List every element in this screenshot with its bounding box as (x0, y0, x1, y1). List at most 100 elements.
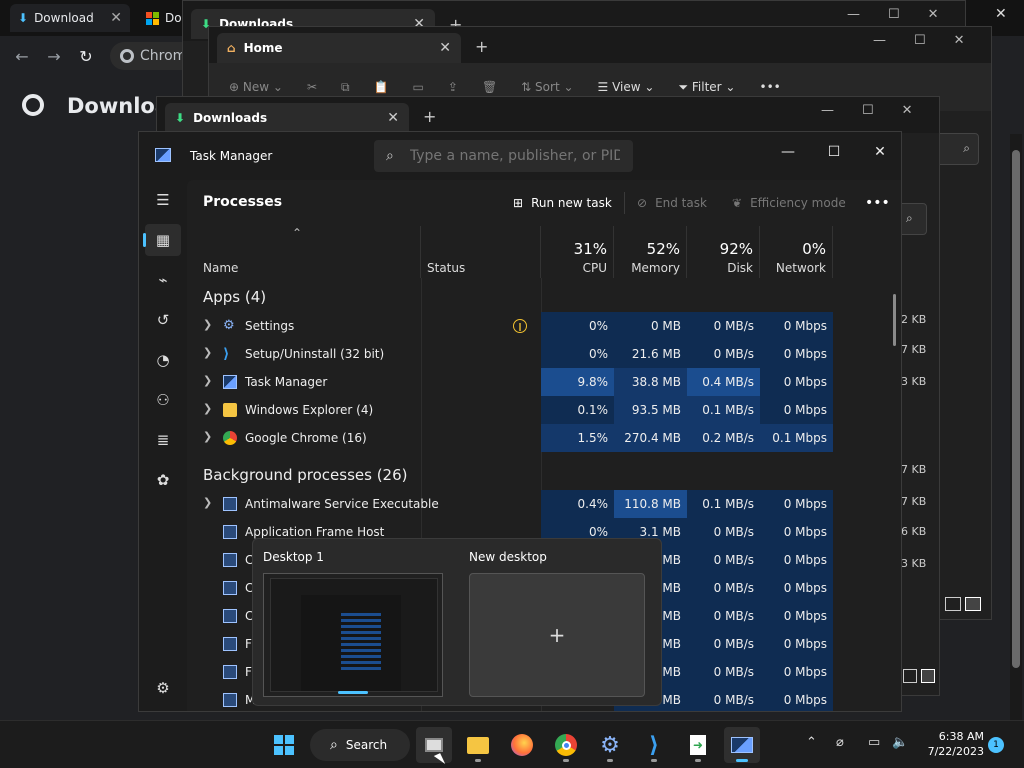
details-view-icon[interactable] (945, 597, 961, 611)
tiles-view-icon[interactable] (921, 669, 935, 683)
maximize-icon[interactable]: ☐ (914, 33, 926, 48)
maximize-icon[interactable]: ☐ (811, 138, 857, 166)
close-icon[interactable]: ✕ (110, 10, 122, 26)
minimize-icon[interactable]: — (847, 7, 860, 22)
minimize-icon[interactable]: — (821, 103, 834, 118)
desktop-1-thumbnail[interactable] (263, 573, 443, 697)
users-icon[interactable]: ⚇ (145, 384, 181, 416)
chevron-up-icon[interactable]: ⌃ (806, 735, 817, 750)
view-button[interactable]: ☰ View ⌄ (598, 80, 655, 94)
details-icon[interactable]: ≣ (145, 424, 181, 456)
more-icon[interactable]: ••• (759, 80, 780, 94)
microsoft-icon (146, 11, 159, 25)
column-network[interactable]: 0% Network (760, 226, 833, 278)
efficiency-mode-button[interactable]: ❦ Efficiency mode (732, 192, 846, 214)
search-label: Search (345, 738, 388, 752)
file-size: 7 KB (901, 495, 927, 508)
column-name[interactable]: ⌃ Name (187, 226, 421, 278)
volume-icon[interactable]: 🔈 (892, 735, 908, 750)
chevron-right-icon[interactable]: ❯ (203, 346, 212, 359)
scrollbar[interactable] (893, 294, 896, 346)
clock[interactable]: 6:38 AM 7/22/2023 (920, 729, 984, 759)
column-memory[interactable]: 52% Memory (614, 226, 687, 278)
services-icon[interactable]: ✿ (145, 464, 181, 496)
back-icon[interactable]: ← (6, 47, 38, 66)
explorer-tab-bar: ⌂ Home ✕ + — ☐ ✕ (209, 27, 991, 63)
apps-group-header[interactable]: Apps (4) (203, 288, 266, 306)
table-row[interactable]: ❯ Windows Explorer (4) 0.1% 93.5 MB 0.1 … (187, 396, 901, 424)
reload-icon[interactable]: ↻ (70, 47, 102, 66)
table-row[interactable]: ❯ Task Manager 9.8% 38.8 MB 0.4 MB/s 0 M… (187, 368, 901, 396)
maximize-icon[interactable]: ☐ (888, 7, 900, 22)
column-cpu[interactable]: 31% CPU (541, 226, 614, 278)
tiles-view-icon[interactable] (965, 597, 981, 611)
settings-icon[interactable]: ⚙ (145, 672, 181, 704)
copy-icon[interactable]: ⧉ (341, 80, 350, 95)
run-new-task-button[interactable]: ⊞ Run new task (513, 192, 612, 214)
more-icon[interactable]: ••• (865, 192, 890, 214)
no-network-icon[interactable]: ⌀ (836, 735, 844, 750)
display-icon[interactable]: ▭ (868, 735, 880, 750)
table-row[interactable]: ❯ Google Chrome (16) 1.5% 270.4 MB 0.2 M… (187, 424, 901, 452)
taskbar-firefox[interactable] (504, 727, 540, 763)
new-button[interactable]: ⊕ New ⌄ (229, 80, 283, 94)
table-row[interactable]: ❯ ⟩ Setup/Uninstall (32 bit) 0% 21.6 MB … (187, 340, 901, 368)
startup-apps-icon[interactable]: ◔ (145, 344, 181, 376)
chrome-tab-2[interactable]: Do (138, 4, 188, 32)
taskbar-chrome[interactable] (548, 727, 584, 763)
rename-icon[interactable]: ▭ (413, 80, 424, 94)
taskbar-file-explorer[interactable] (460, 727, 496, 763)
processes-icon[interactable]: ▦ (143, 224, 181, 256)
column-status[interactable]: Status (421, 226, 541, 278)
column-disk[interactable]: 92% Disk (687, 226, 760, 278)
new-desktop-button[interactable]: + (469, 573, 645, 697)
chrome-tab-downloads[interactable]: ⬇ Download ✕ (10, 4, 130, 32)
close-icon[interactable]: ✕ (928, 7, 939, 22)
sort-button[interactable]: ⇅ Sort ⌄ (521, 80, 573, 94)
new-tab-icon[interactable]: + (423, 107, 436, 126)
file-size: 3 KB (901, 557, 927, 570)
background-group-header[interactable]: Background processes (26) (203, 466, 408, 484)
taskbar-setup[interactable]: ➜ (680, 727, 716, 763)
close-icon[interactable]: ✕ (954, 33, 965, 48)
details-view-icon[interactable] (903, 669, 917, 683)
share-icon[interactable]: ⇪ (448, 80, 458, 94)
chevron-right-icon[interactable]: ❯ (203, 430, 212, 443)
close-icon[interactable]: ✕ (902, 103, 913, 118)
chevron-right-icon[interactable]: ❯ (203, 402, 212, 415)
chevron-right-icon[interactable]: ❯ (203, 374, 212, 387)
new-tab-icon[interactable]: + (475, 37, 488, 56)
taskbar-task-manager[interactable] (724, 727, 760, 763)
memory-value: 93.5 MB (614, 396, 687, 424)
start-button[interactable] (266, 727, 302, 763)
hamburger-icon[interactable]: ☰ (145, 184, 181, 216)
paste-icon[interactable]: 📋 (374, 80, 389, 94)
explorer-tab-downloads[interactable]: ⬇ Downloads ✕ (165, 103, 409, 133)
close-icon[interactable]: ✕ (439, 40, 451, 56)
minimize-icon[interactable]: — (765, 138, 811, 166)
cut-icon[interactable]: ✂ (307, 80, 317, 94)
app-history-icon[interactable]: ↺ (145, 304, 181, 336)
explorer-tab-home[interactable]: ⌂ Home ✕ (217, 33, 461, 63)
maximize-icon[interactable]: ☐ (862, 103, 874, 118)
table-row[interactable]: ❯ ⚙ Settings ‖ 0% 0 MB 0 MB/s 0 Mbps (187, 312, 901, 340)
close-icon[interactable]: ✕ (857, 138, 901, 166)
taskbar-vscode[interactable]: ⟩ (636, 727, 672, 763)
performance-icon[interactable]: ⌁ (145, 264, 181, 296)
table-row[interactable]: ❯ Antimalware Service Executable 0.4% 11… (187, 490, 901, 518)
delete-icon[interactable]: 🗑 (482, 80, 497, 94)
scrollbar[interactable] (1010, 134, 1022, 720)
close-icon[interactable]: ✕ (387, 110, 399, 126)
search-box[interactable]: ⌕ (374, 140, 633, 172)
taskbar-search[interactable]: ⌕ Search (310, 729, 410, 761)
chevron-right-icon[interactable]: ❯ (203, 318, 212, 331)
filter-button[interactable]: ⏷ Filter ⌄ (678, 80, 735, 95)
forward-icon[interactable]: → (38, 47, 70, 66)
notification-badge[interactable]: 1 (988, 737, 1004, 753)
end-task-button[interactable]: ⊘ End task (637, 192, 707, 214)
taskbar-settings[interactable]: ⚙ (592, 727, 628, 763)
search-input[interactable] (409, 148, 620, 164)
minimize-icon[interactable]: — (873, 33, 886, 48)
close-icon[interactable]: ✕ (995, 6, 1007, 22)
chevron-right-icon[interactable]: ❯ (203, 496, 212, 509)
